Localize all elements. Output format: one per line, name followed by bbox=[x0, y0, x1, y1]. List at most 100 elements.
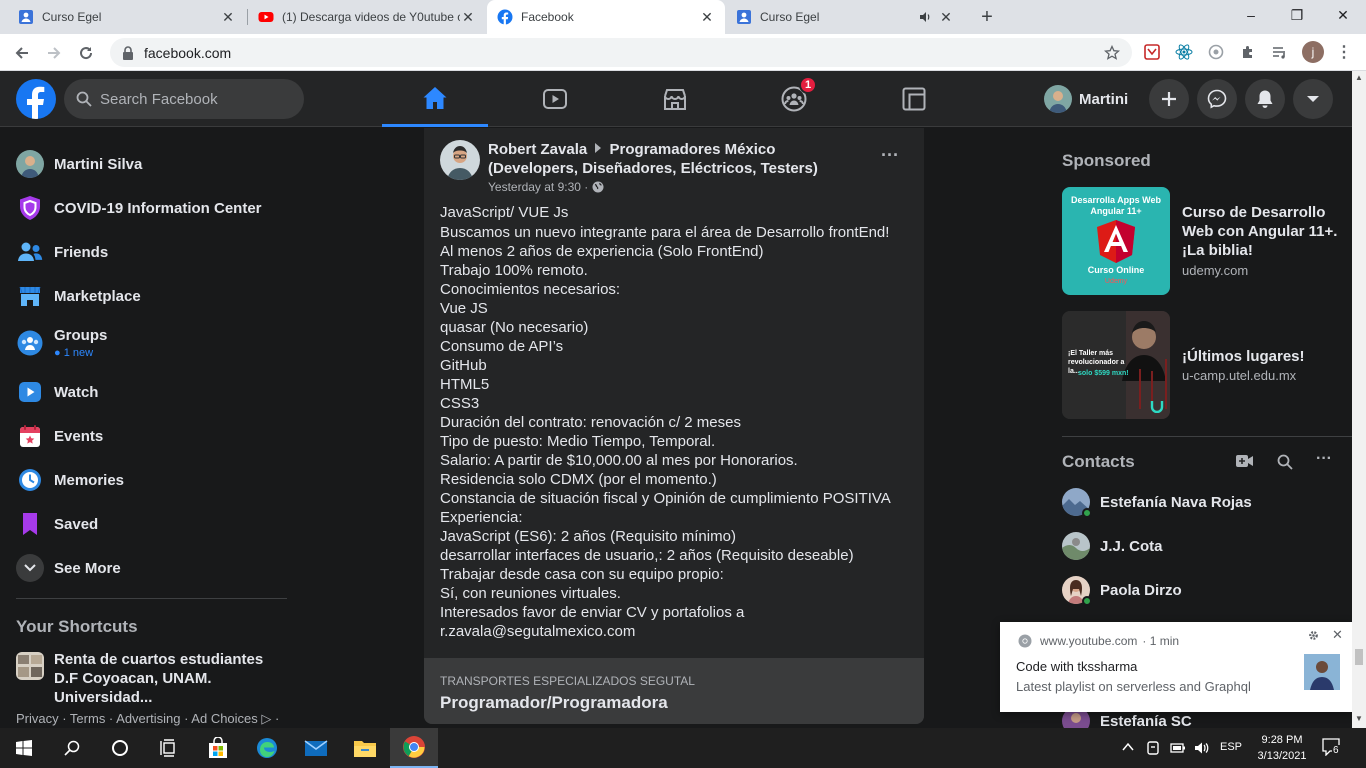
sponsored-ad-ucamp[interactable]: ¡El Taller más revolucionador a la... so… bbox=[1062, 311, 1352, 419]
browser-tab-curso-egel-2[interactable]: Curso Egel ✕ bbox=[726, 0, 964, 34]
udemy-square-icon bbox=[737, 10, 751, 24]
sidebar-item-friends[interactable]: Friends bbox=[8, 230, 288, 274]
taskbar-search-button[interactable] bbox=[48, 728, 96, 768]
close-window-button[interactable]: ✕ bbox=[1320, 0, 1366, 30]
sidebar-item-profile[interactable]: Martini Silva bbox=[8, 142, 288, 186]
post-line: Interesados favor de enviar CV y portafo… bbox=[440, 604, 745, 621]
ad-image: Desarrolla Apps Web Angular 11+ Curso On… bbox=[1062, 187, 1170, 295]
close-tab-icon[interactable]: ✕ bbox=[938, 9, 954, 25]
puzzle-icon[interactable] bbox=[1238, 42, 1258, 62]
extension-save-icon[interactable] bbox=[1142, 42, 1162, 62]
forward-button[interactable] bbox=[40, 39, 68, 67]
sidebar-item-saved[interactable]: Saved bbox=[8, 502, 288, 546]
star-icon[interactable] bbox=[1104, 44, 1120, 61]
start-button[interactable] bbox=[0, 728, 48, 768]
footer-links[interactable]: Privacy · Terms · Advertising · Ad Choic… bbox=[16, 711, 279, 727]
store-app[interactable] bbox=[194, 728, 242, 768]
post-author-avatar[interactable] bbox=[440, 140, 480, 180]
post-title-line: JavaScript/ VUE Js bbox=[440, 204, 569, 221]
contact-item[interactable]: Paola Dirzo bbox=[1062, 568, 1182, 612]
tab-watch[interactable] bbox=[502, 71, 608, 127]
sidebar-item-see-more[interactable]: See More bbox=[8, 546, 288, 590]
volume-icon[interactable] bbox=[1194, 740, 1210, 756]
address-bar[interactable]: facebook.com bbox=[110, 38, 1132, 67]
maximize-button[interactable]: ❐ bbox=[1274, 0, 1320, 30]
post-header-title: Robert Zavala Programadores México (Deve… bbox=[488, 140, 868, 178]
scroll-down-icon[interactable]: ▼ bbox=[1355, 714, 1363, 723]
browser-tab-youtube[interactable]: (1) Descarga videos de Y0utube c ✕ bbox=[248, 0, 486, 34]
post-options-button[interactable]: ··· bbox=[874, 146, 906, 170]
post-line: quasar (No necesario) bbox=[440, 319, 589, 336]
react-devtools-icon[interactable] bbox=[1174, 42, 1194, 62]
browser-tab-facebook[interactable]: Facebook ✕ bbox=[487, 0, 725, 34]
facebook-logo-icon[interactable] bbox=[16, 79, 56, 119]
shortcut-item[interactable]: Renta de cuartos estudiantes D.F Coyoaca… bbox=[8, 650, 288, 706]
minimize-button[interactable]: – bbox=[1228, 0, 1274, 30]
notifications-button[interactable] bbox=[1245, 79, 1285, 119]
back-button[interactable] bbox=[8, 39, 36, 67]
tab-marketplace[interactable] bbox=[622, 71, 728, 127]
chrome-menu-icon[interactable]: ⋮ bbox=[1334, 42, 1354, 62]
post-line: Consumo de API’s bbox=[440, 338, 564, 355]
action-center-button[interactable]: 6 bbox=[1322, 738, 1344, 758]
new-room-icon[interactable] bbox=[1236, 454, 1254, 468]
scrollbar-thumb[interactable] bbox=[1355, 649, 1363, 665]
chevron-up-icon[interactable] bbox=[1122, 742, 1134, 752]
post-line: Vue JS bbox=[440, 300, 488, 317]
gear-icon[interactable] bbox=[1308, 630, 1319, 641]
profile-button[interactable]: Martini bbox=[1040, 81, 1140, 117]
speaker-icon[interactable] bbox=[918, 10, 932, 24]
contact-item[interactable]: J.J. Cota bbox=[1062, 524, 1163, 568]
messenger-button[interactable] bbox=[1197, 79, 1237, 119]
search-contacts-icon[interactable] bbox=[1277, 454, 1293, 470]
post-author-name[interactable]: Robert Zavala bbox=[488, 141, 587, 158]
marketplace-shop-icon bbox=[16, 282, 44, 310]
search-input[interactable]: Search Facebook bbox=[64, 79, 304, 119]
mail-app[interactable] bbox=[292, 728, 340, 768]
close-tab-icon[interactable]: ✕ bbox=[220, 9, 236, 25]
link-preview[interactable]: TRANSPORTES ESPECIALIZADOS SEGUTAL Progr… bbox=[424, 658, 924, 724]
tab-groups[interactable]: 1 bbox=[741, 71, 847, 127]
extension-gray-icon[interactable] bbox=[1206, 42, 1226, 62]
sponsored-ad-udemy[interactable]: Desarrolla Apps Web Angular 11+ Curso On… bbox=[1062, 187, 1352, 295]
post-timestamp[interactable]: Yesterday at 9:30 · bbox=[488, 180, 588, 194]
create-button[interactable] bbox=[1149, 79, 1189, 119]
sidebar-item-events[interactable]: Events bbox=[8, 414, 288, 458]
contacts-options-icon[interactable]: ··· bbox=[1316, 450, 1332, 468]
facebook-header: Search Facebook 1 Martini bbox=[0, 71, 1352, 127]
post-line: Duración del contrato: renovación c/ 2 m… bbox=[440, 414, 741, 431]
browser-tab-curso-egel-1[interactable]: Curso Egel ✕ bbox=[8, 0, 246, 34]
contact-name: J.J. Cota bbox=[1100, 537, 1163, 555]
close-tab-icon[interactable]: ✕ bbox=[460, 9, 476, 25]
sidebar-item-covid[interactable]: COVID-19 Information Center bbox=[8, 186, 288, 230]
profile-avatar[interactable]: j bbox=[1302, 41, 1324, 63]
reload-button[interactable] bbox=[72, 39, 100, 67]
file-explorer-app[interactable] bbox=[341, 728, 389, 768]
sidebar-item-groups[interactable]: Groups ● 1 new bbox=[8, 318, 288, 368]
input-language[interactable]: ESP bbox=[1220, 741, 1242, 753]
task-view-button[interactable] bbox=[144, 728, 192, 768]
calendar-icon bbox=[16, 422, 44, 450]
close-tab-icon[interactable]: ✕ bbox=[699, 9, 715, 25]
chrome-app-active[interactable] bbox=[390, 728, 438, 768]
edge-app[interactable] bbox=[243, 728, 291, 768]
close-icon[interactable]: ✕ bbox=[1332, 627, 1343, 643]
taskbar-clock[interactable]: 9:28 PM 3/13/2021 bbox=[1252, 732, 1312, 764]
cortana-button[interactable] bbox=[96, 728, 144, 768]
contact-item[interactable]: Estefanía Nava Rojas bbox=[1062, 480, 1252, 524]
sidebar-item-label: Groups bbox=[54, 327, 108, 344]
page-scrollbar[interactable]: ▲ ▼ bbox=[1352, 71, 1366, 728]
tab-gaming[interactable] bbox=[861, 71, 967, 127]
media-queue-icon[interactable] bbox=[1270, 42, 1290, 62]
scroll-up-icon[interactable]: ▲ bbox=[1355, 73, 1363, 82]
battery-icon[interactable] bbox=[1170, 741, 1186, 755]
chrome-notification[interactable]: www.youtube.com · 1 min ✕ Code with tkss… bbox=[1000, 622, 1352, 712]
arrow-right-icon bbox=[48, 47, 61, 59]
meet-now-icon[interactable] bbox=[1146, 740, 1160, 756]
new-tab-button[interactable]: + bbox=[974, 5, 1000, 29]
tab-home[interactable] bbox=[382, 71, 488, 127]
sidebar-item-watch[interactable]: Watch bbox=[8, 370, 288, 414]
sidebar-item-memories[interactable]: Memories bbox=[8, 458, 288, 502]
account-menu-button[interactable] bbox=[1293, 79, 1333, 119]
sidebar-item-marketplace[interactable]: Marketplace bbox=[8, 274, 288, 318]
